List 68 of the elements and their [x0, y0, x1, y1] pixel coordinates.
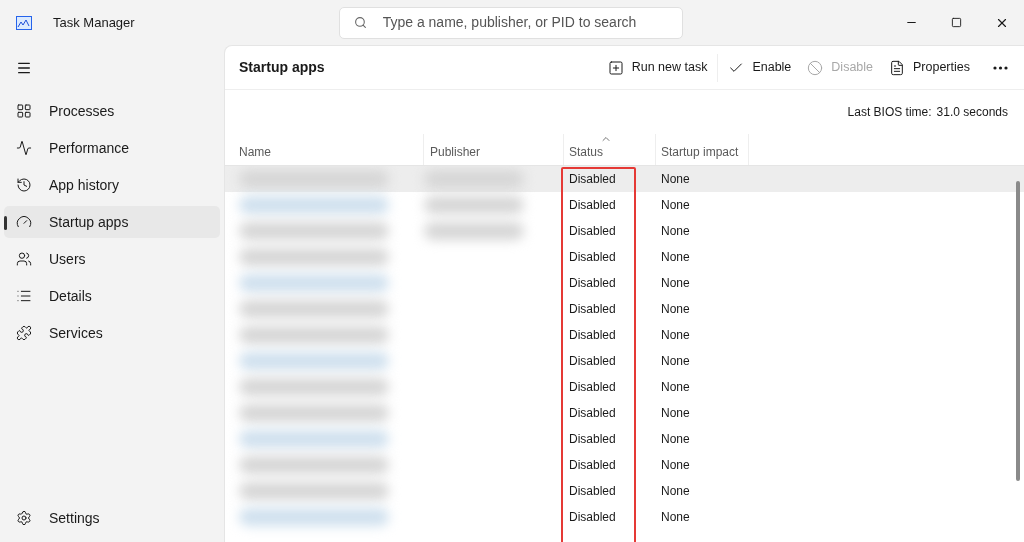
users-icon: [16, 251, 32, 267]
column-header[interactable]: Startup impact: [656, 134, 749, 165]
bios-time-label: Last BIOS time:: [847, 104, 932, 121]
impact-cell-text: None: [660, 197, 691, 214]
sidebar-item[interactable]: Users: [4, 243, 220, 275]
list-icon: [16, 288, 32, 304]
sidebar-item[interactable]: App history: [4, 169, 220, 201]
sidebar-item[interactable]: Startup apps: [4, 206, 220, 238]
maximize-icon: [951, 17, 962, 28]
grid-icon: [16, 103, 32, 119]
status-cell-text: Disabled: [568, 171, 617, 188]
impact-cell-text: None: [660, 327, 691, 344]
new-task-icon: [607, 59, 624, 76]
impact-cell-text: None: [660, 483, 691, 500]
impact-cell-text: None: [660, 301, 691, 318]
status-cell-text: Disabled: [568, 353, 617, 370]
status-cell-text: Disabled: [568, 405, 617, 422]
more-icon: [992, 65, 1008, 70]
impact-cell-text: None: [660, 379, 691, 396]
impact-cell-text: None: [660, 457, 691, 474]
bios-time-value: 31.0 seconds: [936, 104, 1008, 121]
sidebar-item[interactable]: Processes: [4, 95, 220, 127]
page-title: Startup apps: [239, 58, 325, 77]
sidebar-item[interactable]: Services: [4, 317, 220, 349]
status-cell-text: Disabled: [568, 301, 617, 318]
properties-icon: [889, 59, 905, 76]
search-icon: [353, 16, 367, 29]
search-input[interactable]: Type a name, publisher, or PID to search: [382, 12, 682, 33]
impact-cell-text: None: [660, 431, 691, 448]
block-icon: [807, 59, 824, 76]
status-cell-text: Disabled: [568, 379, 617, 396]
puzzle-icon: [16, 325, 32, 341]
sidebar-item[interactable]: Details: [4, 280, 220, 312]
status-cell-text: Disabled: [568, 197, 617, 214]
history-icon: [16, 177, 32, 193]
window-title: Task Manager: [53, 13, 135, 32]
column-header[interactable]: Name: [225, 134, 424, 165]
scrollbar-thumb[interactable]: [1016, 181, 1020, 481]
toolbar-button[interactable]: Properties: [881, 51, 978, 84]
settings-item[interactable]: Settings: [4, 502, 220, 534]
impact-cell-text: None: [660, 353, 691, 370]
settings-icon: [16, 510, 32, 526]
menu-icon[interactable]: [16, 60, 32, 76]
status-cell-text: Disabled: [568, 509, 617, 526]
status-cell-text: Disabled: [568, 223, 617, 240]
table-row[interactable]: Disabled None: [225, 166, 1024, 192]
column-header[interactable]: Status: [564, 134, 656, 165]
app-logo-icon: [16, 15, 32, 30]
status-cell-text: Disabled: [568, 431, 617, 448]
status-cell-text: Disabled: [568, 483, 617, 500]
column-header[interactable]: Publisher: [424, 134, 564, 165]
status-cell-text: Disabled: [568, 457, 617, 474]
gauge-icon: [16, 214, 32, 230]
impact-cell-text: None: [660, 249, 691, 266]
selection-indicator: [4, 216, 7, 230]
status-cell-text: Disabled: [568, 275, 617, 292]
impact-cell-text: None: [660, 223, 691, 240]
sidebar-item[interactable]: Performance: [4, 132, 220, 164]
search-field[interactable]: Type a name, publisher, or PID to search: [338, 6, 683, 39]
toolbar-button[interactable]: Enable: [720, 51, 800, 84]
pulse-icon: [16, 140, 32, 156]
impact-cell-text: None: [660, 275, 691, 292]
impact-cell-text: None: [660, 171, 691, 188]
impact-cell-text: None: [660, 405, 691, 422]
status-cell-text: Disabled: [568, 327, 617, 344]
impact-cell-text: None: [660, 509, 691, 526]
toolbar-button[interactable]: Run new task: [599, 51, 716, 84]
status-cell-text: Disabled: [568, 249, 617, 266]
